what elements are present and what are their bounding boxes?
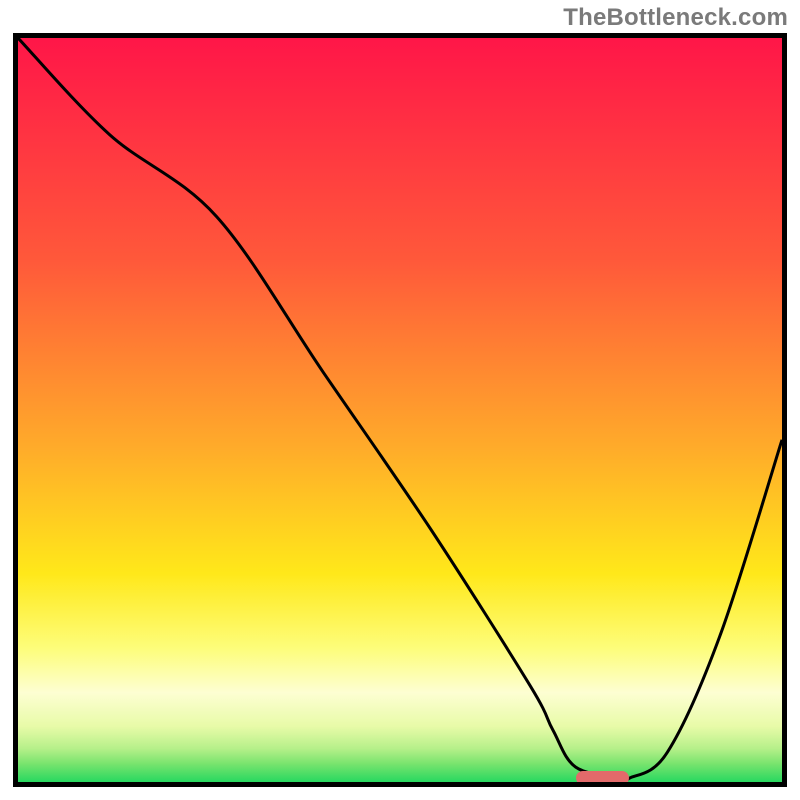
optimal-range-marker [576, 771, 629, 785]
bottleneck-curve [18, 38, 782, 782]
watermark-label: TheBottleneck.com [563, 4, 788, 32]
chart-frame [13, 33, 787, 787]
chart-canvas: TheBottleneck.com [0, 0, 800, 800]
